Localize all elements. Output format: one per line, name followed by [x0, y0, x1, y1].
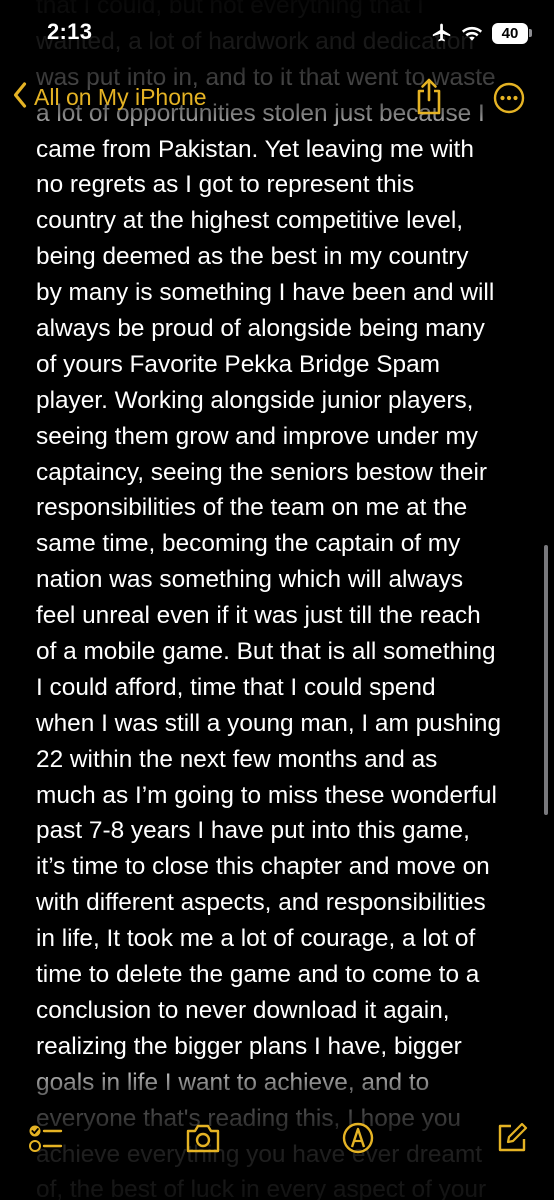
status-bar: 2:13 40 [0, 0, 554, 66]
checklist-icon [28, 1120, 64, 1156]
share-button[interactable] [414, 76, 444, 116]
note-line[interactable]: with different aspects, and responsibili… [36, 885, 522, 921]
note-line[interactable]: when I was still a young man, I am pushi… [36, 706, 522, 742]
more-button[interactable] [493, 82, 525, 114]
navigation-bar: All on My iPhone [0, 72, 554, 124]
battery-level: 40 [501, 24, 519, 42]
wifi-icon [461, 24, 483, 42]
note-line[interactable]: 22 within the next few months and as [36, 742, 522, 778]
chevron-left-icon [12, 81, 28, 114]
note-line[interactable]: of a mobile game. But that is all someth… [36, 634, 522, 670]
note-line[interactable]: same time, becoming the captain of my [36, 526, 522, 562]
note-scroll-area[interactable]: that I could, but not everything that Iw… [0, 0, 554, 1200]
note-line[interactable]: it’s time to close this chapter and move… [36, 849, 522, 885]
more-icon [493, 82, 525, 118]
status-time: 2:13 [47, 19, 93, 44]
note-line[interactable]: of, the best of luck in every aspect of … [36, 1172, 522, 1200]
note-line[interactable]: conclusion to never download it again, [36, 993, 522, 1029]
note-line[interactable]: came from Pakistan. Yet leaving me with [36, 132, 522, 168]
note-line[interactable]: nation was something which will always [36, 562, 522, 598]
note-line[interactable]: I could afford, time that I could spend [36, 670, 522, 706]
battery-nub [529, 29, 532, 37]
note-line[interactable]: player. Working alongside junior players… [36, 383, 522, 419]
share-icon [414, 78, 444, 120]
status-icons: 40 [431, 20, 532, 46]
back-button[interactable]: All on My iPhone [12, 80, 207, 114]
camera-button[interactable] [184, 1120, 220, 1156]
note-line[interactable]: feel unreal even if it was just till the… [36, 598, 522, 634]
note-line[interactable]: time to delete the game and to come to a [36, 957, 522, 993]
checklist-button[interactable] [28, 1120, 64, 1156]
scroll-indicator[interactable] [544, 545, 548, 815]
camera-icon [184, 1120, 220, 1156]
note-line[interactable]: responsibilities of the team on me at th… [36, 490, 522, 526]
note-line[interactable]: seeing them grow and improve under my [36, 419, 522, 455]
note-line[interactable]: in life, It took me a lot of courage, a … [36, 921, 522, 957]
note-line[interactable]: of yours Favorite Pekka Bridge Spam [36, 347, 522, 383]
note-line[interactable]: much as I’m going to miss these wonderfu… [36, 778, 522, 814]
battery-icon: 40 [492, 22, 528, 44]
note-line[interactable]: past 7-8 years I have put into this game… [36, 813, 522, 849]
note-line[interactable]: being deemed as the best in my country [36, 239, 522, 275]
bottom-toolbar [0, 1112, 554, 1164]
note-line[interactable]: by many is something I have been and wil… [36, 275, 522, 311]
back-button-label: All on My iPhone [34, 83, 207, 110]
note-line[interactable]: realizing the bigger plans I have, bigge… [36, 1029, 522, 1065]
markup-icon [340, 1120, 376, 1156]
compose-button[interactable] [494, 1120, 530, 1156]
markup-button[interactable] [340, 1120, 376, 1156]
note-line[interactable]: goals in life I want to achieve, and to [36, 1065, 522, 1101]
note-body[interactable]: that I could, but not everything that Iw… [36, 0, 522, 1200]
note-line[interactable]: country at the highest competitive level… [36, 203, 522, 239]
compose-icon [494, 1120, 530, 1156]
note-line[interactable]: no regrets as I got to represent this [36, 167, 522, 203]
note-line[interactable]: captaincy, seeing the seniors bestow the… [36, 455, 522, 491]
airplane-icon [431, 22, 453, 44]
note-line[interactable]: always be proud of alongside being many [36, 311, 522, 347]
